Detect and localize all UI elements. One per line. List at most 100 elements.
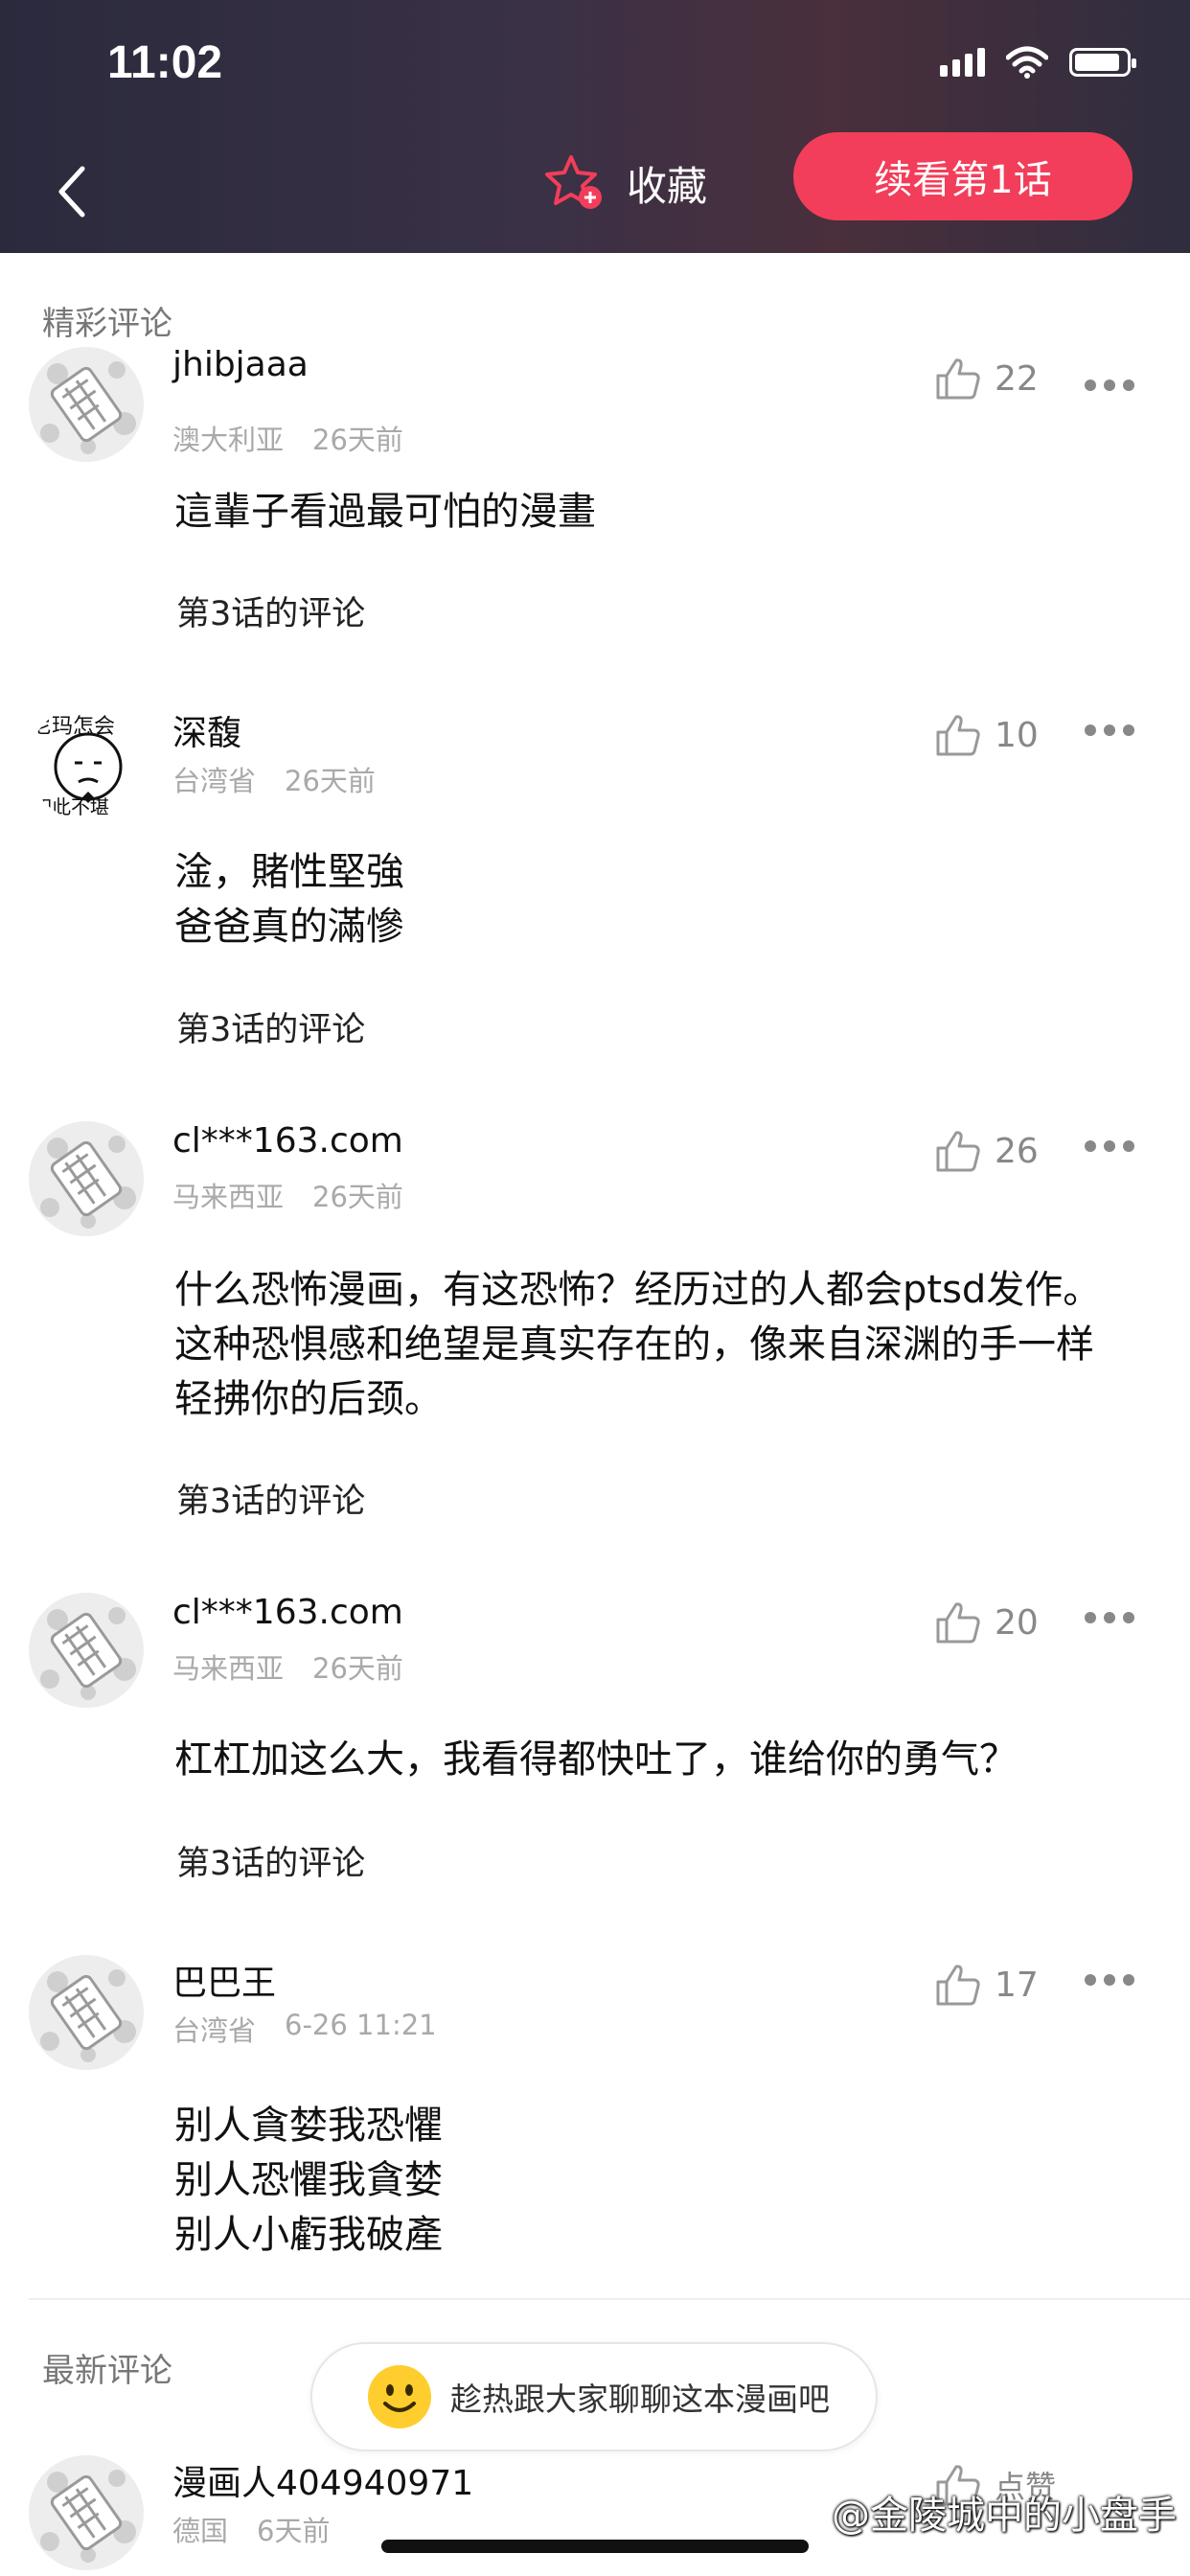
comment-username[interactable]: 巴巴王 (172, 1955, 276, 2005)
comment-text: 這輩子看過最可怕的漫畫 (174, 485, 596, 540)
manga-avatar-icon (29, 347, 144, 462)
comment-time: 26天前 (312, 424, 403, 456)
comment-username[interactable]: cl***163.com (172, 1593, 403, 1632)
continue-reading-button[interactable]: 续看第1话 (793, 132, 1133, 220)
comment-username[interactable]: 漫画人404940971 (172, 2455, 473, 2505)
thumbs-up-icon (936, 1965, 980, 2006)
comment-line: 爸爸真的滿慘 (174, 905, 404, 949)
comment-meta: 马来西亚 26天前 (172, 1175, 403, 1215)
avatar[interactable] (29, 1955, 144, 2070)
manga-avatar-icon (29, 1121, 144, 1236)
comment-line: 别人恐懼我貪婪 (174, 2158, 443, 2202)
featured-comments-title: 精彩评论 (42, 305, 172, 343)
comment-username[interactable]: 深馥 (172, 705, 241, 755)
status-time: 11:02 (107, 37, 223, 88)
smiley-icon (368, 2365, 431, 2428)
latest-comments-title: 最新评论 (42, 2352, 172, 2390)
top-bar: 11:02 收藏 续看第1话 (0, 0, 1190, 253)
like-button[interactable]: 17 (935, 1963, 1039, 2007)
comment-item: 巴巴王 台湾省 6-26 11:21 17 别人貪婪我恐懼 别人恐懼我貪婪 别人… (0, 1955, 1190, 2281)
cellular-signal-icon (940, 48, 985, 77)
avatar-caption-bottom: 如此不堪 (33, 795, 109, 818)
more-options-button[interactable] (1085, 724, 1134, 736)
home-indicator[interactable] (381, 2540, 809, 2553)
comment-text: 杠杠加这么大，我看得都快吐了，谁给你的勇气？ (174, 1733, 1018, 1787)
like-count: 26 (995, 1131, 1039, 1171)
comment-location: 马来西亚 (172, 1181, 285, 1213)
more-options-button[interactable] (1085, 380, 1134, 391)
comment-item: cl***163.com 马来西亚 26天前 26 什么恐怖漫画，有这恐怖？经历… (0, 1121, 1190, 1543)
comment-line: 别人貪婪我恐懼 (174, 2104, 443, 2148)
comment-time: 6-26 11:21 (285, 2009, 437, 2041)
comment-username[interactable]: cl***163.com (172, 1121, 403, 1161)
comment-line: 别人小虧我破產 (174, 2213, 443, 2257)
comment-meta: 德国 6天前 (172, 2509, 330, 2549)
avatar[interactable] (29, 1593, 144, 1708)
like-count: 20 (995, 1602, 1039, 1643)
avatar[interactable] (29, 2455, 144, 2570)
like-button[interactable]: 26 (935, 1129, 1039, 1173)
chat-prompt-button[interactable]: 趁热跟大家聊聊这本漫画吧 (310, 2342, 878, 2451)
comment-meta: 澳大利亚 26天前 (172, 418, 403, 458)
like-button[interactable]: 22 (935, 356, 1039, 401)
manga-avatar-icon (29, 1593, 144, 1708)
thumbs-up-icon (936, 358, 980, 400)
comment-item: 尼玛怎会 如此不堪 深馥 台湾省 26天前 10 淦，賭性堅強 爸爸真的滿慘 第… (0, 705, 1190, 1070)
comment-time: 6天前 (257, 2515, 331, 2547)
comment-line: 這輩子看過最可怕的漫畫 (174, 490, 596, 534)
thumbs-up-icon (936, 1131, 980, 1172)
chevron-left-icon (58, 166, 85, 218)
section-divider (29, 2298, 1190, 2300)
comment-location: 德国 (172, 2515, 229, 2547)
more-options-button[interactable] (1085, 1974, 1134, 1986)
comment-line: 什么恐怖漫画，有这恐怖？经历过的人都会ptsd发作。 (174, 1268, 1102, 1312)
thumbs-up-icon (936, 715, 980, 756)
comment-item: jhibjaaa 澳大利亚 26天前 22 這輩子看過最可怕的漫畫 第3话的评论 (0, 345, 1190, 633)
status-icons (940, 46, 1136, 79)
comment-line: 淦，賭性堅強 (174, 850, 404, 894)
comment-meta: 台湾省 6-26 11:21 (172, 2009, 437, 2049)
avatar-caption-top: 尼玛怎会 (31, 715, 116, 739)
manga-avatar-icon (29, 2455, 144, 2570)
comment-location: 马来西亚 (172, 1652, 285, 1685)
comment-location: 台湾省 (172, 765, 257, 797)
comment-time: 26天前 (285, 765, 376, 797)
like-count: 22 (995, 358, 1039, 399)
chapter-link[interactable]: 第3话的评论 (176, 1836, 365, 1885)
comment-time: 26天前 (312, 1652, 403, 1685)
chapter-link[interactable]: 第3话的评论 (176, 586, 365, 635)
comment-text: 淦，賭性堅強 爸爸真的滿慘 (174, 845, 404, 954)
chapter-link[interactable]: 第3话的评论 (176, 1002, 365, 1051)
like-count: 10 (995, 715, 1039, 755)
more-options-button[interactable] (1085, 1140, 1134, 1152)
wifi-icon (1006, 46, 1048, 79)
watermark: @金陵城中的小盘手 (832, 2494, 1177, 2538)
comment-username[interactable]: jhibjaaa (172, 345, 309, 384)
comment-text: 什么恐怖漫画，有这恐怖？经历过的人都会ptsd发作。 这种恐惧感和绝望是真实存在… (174, 1263, 1101, 1427)
more-options-button[interactable] (1085, 1612, 1134, 1623)
comment-item: cl***163.com 马来西亚 26天前 20 杠杠加这么大，我看得都快吐了… (0, 1593, 1190, 1909)
comment-meta: 马来西亚 26天前 (172, 1646, 403, 1687)
comment-line: 轻拂你的后颈。 (174, 1377, 443, 1421)
favorite-button[interactable]: 收藏 (544, 153, 707, 213)
manga-avatar-icon (29, 1955, 144, 2070)
comment-time: 26天前 (312, 1181, 403, 1213)
like-count: 17 (995, 1965, 1039, 2005)
back-button[interactable] (50, 161, 98, 222)
favorite-label: 收藏 (627, 162, 708, 210)
comment-location: 台湾省 (172, 2014, 257, 2047)
like-button[interactable]: 20 (935, 1600, 1039, 1644)
chat-prompt-text: 趁热跟大家聊聊这本漫画吧 (450, 2380, 830, 2418)
battery-icon (1069, 48, 1136, 77)
like-button[interactable]: 10 (935, 713, 1039, 757)
avatar[interactable]: 尼玛怎会 如此不堪 (29, 705, 144, 820)
comment-location: 澳大利亚 (172, 424, 285, 456)
comment-meta: 台湾省 26天前 (172, 759, 376, 799)
avatar[interactable] (29, 347, 144, 462)
avatar[interactable] (29, 1121, 144, 1236)
comment-line: 杠杠加这么大，我看得都快吐了，谁给你的勇气？ (174, 1737, 1018, 1782)
comment-line: 这种恐惧感和绝望是真实存在的，像来自深渊的手一样 (174, 1322, 1094, 1367)
star-add-icon (545, 155, 602, 209)
chapter-link[interactable]: 第3话的评论 (176, 1474, 365, 1523)
thumbs-up-icon (936, 1602, 980, 1644)
